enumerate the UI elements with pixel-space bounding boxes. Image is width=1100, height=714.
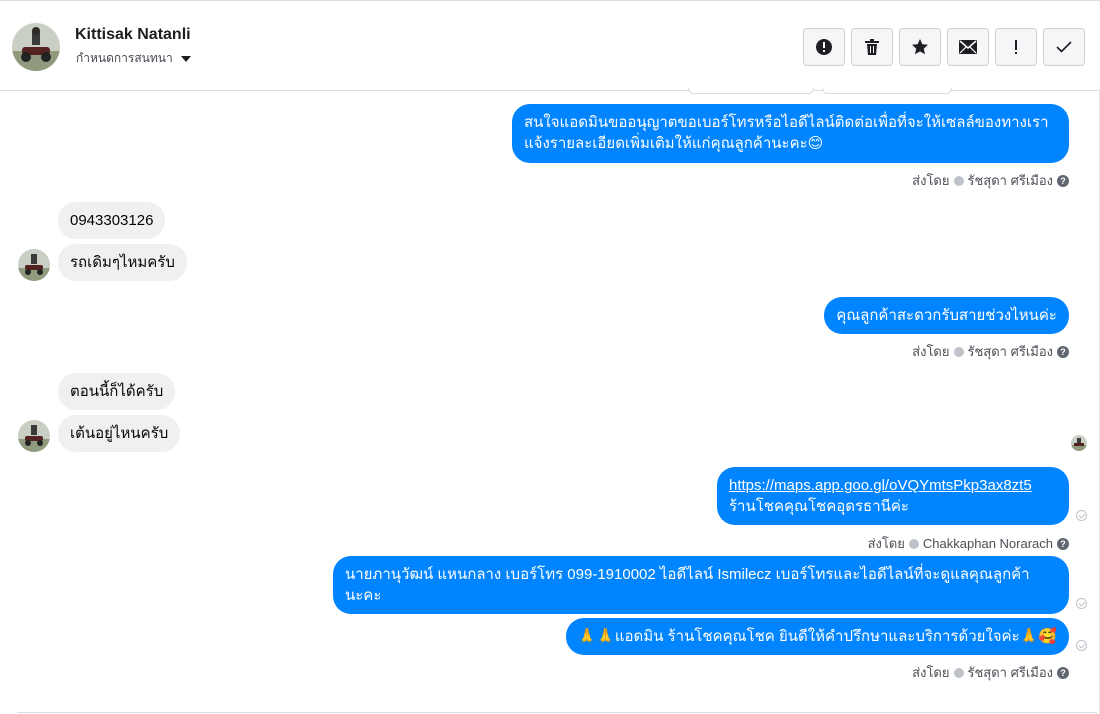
agent-status-icon — [953, 175, 964, 186]
help-icon[interactable]: ? — [1057, 537, 1069, 550]
incoming-message[interactable]: รถเดิมๆไหมครับ — [58, 244, 187, 281]
check-icon — [1056, 41, 1072, 53]
contact-avatar[interactable] — [12, 23, 60, 71]
delete-button[interactable] — [851, 28, 893, 66]
clipped-element — [822, 88, 952, 94]
incoming-message[interactable]: ตอนนี้ก็ได้ครับ — [58, 373, 176, 410]
envelope-icon — [959, 40, 977, 54]
follow-up-button[interactable] — [995, 28, 1037, 66]
contact-name[interactable]: Kittisak Natanli — [75, 26, 191, 44]
star-button[interactable] — [899, 28, 941, 66]
sent-by-agent[interactable]: รัชสุดา ศรีเมือง — [968, 170, 1054, 191]
message-line: นายภานุวัฒน์ แหนกลาง เบอร์โทร 099-191000… — [345, 566, 1030, 583]
message-text: 0943303126 — [70, 212, 154, 229]
assign-conversation-dropdown[interactable]: กำหนดการสนทนา — [76, 49, 191, 68]
contact-avatar-small[interactable] — [18, 420, 50, 452]
sent-by-meta: ส่งโดย รัชสุดา ศรีเมือง ? — [912, 662, 1069, 683]
sent-by-agent[interactable]: รัชสุดา ศรีเมือง — [968, 341, 1054, 362]
seen-avatar — [1071, 435, 1087, 451]
help-icon[interactable]: ? — [1057, 174, 1069, 187]
sent-by-meta: ส่งโดย รัชสุดา ศรีเมือง ? — [912, 170, 1069, 191]
message-line: สนใจแอดมินขออนุญาตขอเบอร์โทรหรือไอดีไลน์… — [524, 114, 1049, 131]
sent-by-meta: ส่งโดย Chakkaphan Norarach ? — [868, 533, 1069, 554]
help-icon[interactable]: ? — [1057, 666, 1069, 679]
sent-by-agent[interactable]: Chakkaphan Norarach — [923, 536, 1053, 551]
delivered-check-icon — [1076, 640, 1087, 651]
message-text: รถเดิมๆไหมครับ — [70, 254, 175, 271]
message-text: เต้นอยู่ไหนครับ — [70, 425, 169, 442]
outgoing-message[interactable]: https://maps.app.goo.gl/oVQYmtsPkp3ax8zt… — [717, 467, 1069, 525]
conversation-header: Kittisak Natanli กำหนดการสนทนา — [0, 3, 1100, 91]
message-text: ตอนนี้ก็ได้ครับ — [70, 383, 164, 400]
spam-button[interactable] — [803, 28, 845, 66]
message-text: คุณลูกค้าสะดวกรับสายช่วงไหนค่ะ — [836, 307, 1057, 324]
outgoing-message[interactable]: คุณลูกค้าสะดวกรับสายช่วงไหนค่ะ — [824, 297, 1069, 334]
outgoing-message[interactable]: นายภานุวัฒน์ แหนกลาง เบอร์โทร 099-191000… — [333, 556, 1069, 614]
trash-icon — [865, 39, 879, 55]
sent-by-prefix: ส่งโดย — [912, 173, 950, 188]
outgoing-message[interactable]: สนใจแอดมินขออนุญาตขอเบอร์โทรหรือไอดีไลน์… — [512, 104, 1069, 163]
exclamation-icon — [1015, 40, 1017, 54]
message-line: ร้านโชคคุณโชคอุดรธานีค่ะ — [729, 498, 909, 515]
agent-status-icon — [953, 667, 964, 678]
agent-status-icon — [908, 538, 919, 549]
incoming-message[interactable]: 0943303126 — [58, 202, 166, 239]
message-text: 🙏🙏แอดมิน ร้านโชคคุณโชค ยินดีให้คำปรึกษาแ… — [577, 628, 1057, 645]
agent-status-icon — [953, 346, 964, 357]
sent-by-meta: ส่งโดย รัชสุดา ศรีเมือง ? — [912, 341, 1069, 362]
assign-label: กำหนดการสนทนา — [76, 51, 173, 65]
delivered-check-icon — [1076, 510, 1087, 521]
message-link[interactable]: https://maps.app.goo.gl/oVQYmtsPkp3ax8zt… — [729, 477, 1032, 494]
outgoing-message[interactable]: 🙏🙏แอดมิน ร้านโชคคุณโชค ยินดีให้คำปรึกษาแ… — [565, 618, 1069, 655]
contact-avatar-small[interactable] — [18, 249, 50, 281]
help-icon[interactable]: ? — [1057, 345, 1069, 358]
sent-by-prefix: ส่งโดย — [912, 344, 950, 359]
sent-by-prefix: ส่งโดย — [867, 536, 905, 551]
mark-done-button[interactable] — [1043, 28, 1085, 66]
message-line: แจ้งรายละเอียดเพิ่มเติมให้แก่คุณลูกค้านะ… — [524, 135, 824, 152]
sent-by-agent[interactable]: รัชสุดา ศรีเมือง — [968, 662, 1054, 683]
sent-by-prefix: ส่งโดย — [912, 665, 950, 680]
alert-circle-icon — [816, 39, 832, 55]
delivered-check-icon — [1076, 598, 1087, 609]
mark-unread-button[interactable] — [947, 28, 989, 66]
incoming-message[interactable]: เต้นอยู่ไหนครับ — [58, 415, 181, 452]
message-line: นะคะ — [345, 587, 382, 604]
caret-down-icon — [180, 55, 191, 62]
composer-divider — [17, 712, 1097, 713]
clipped-element — [688, 88, 814, 94]
star-icon — [912, 39, 928, 55]
conversation-toolbar — [803, 28, 1085, 66]
